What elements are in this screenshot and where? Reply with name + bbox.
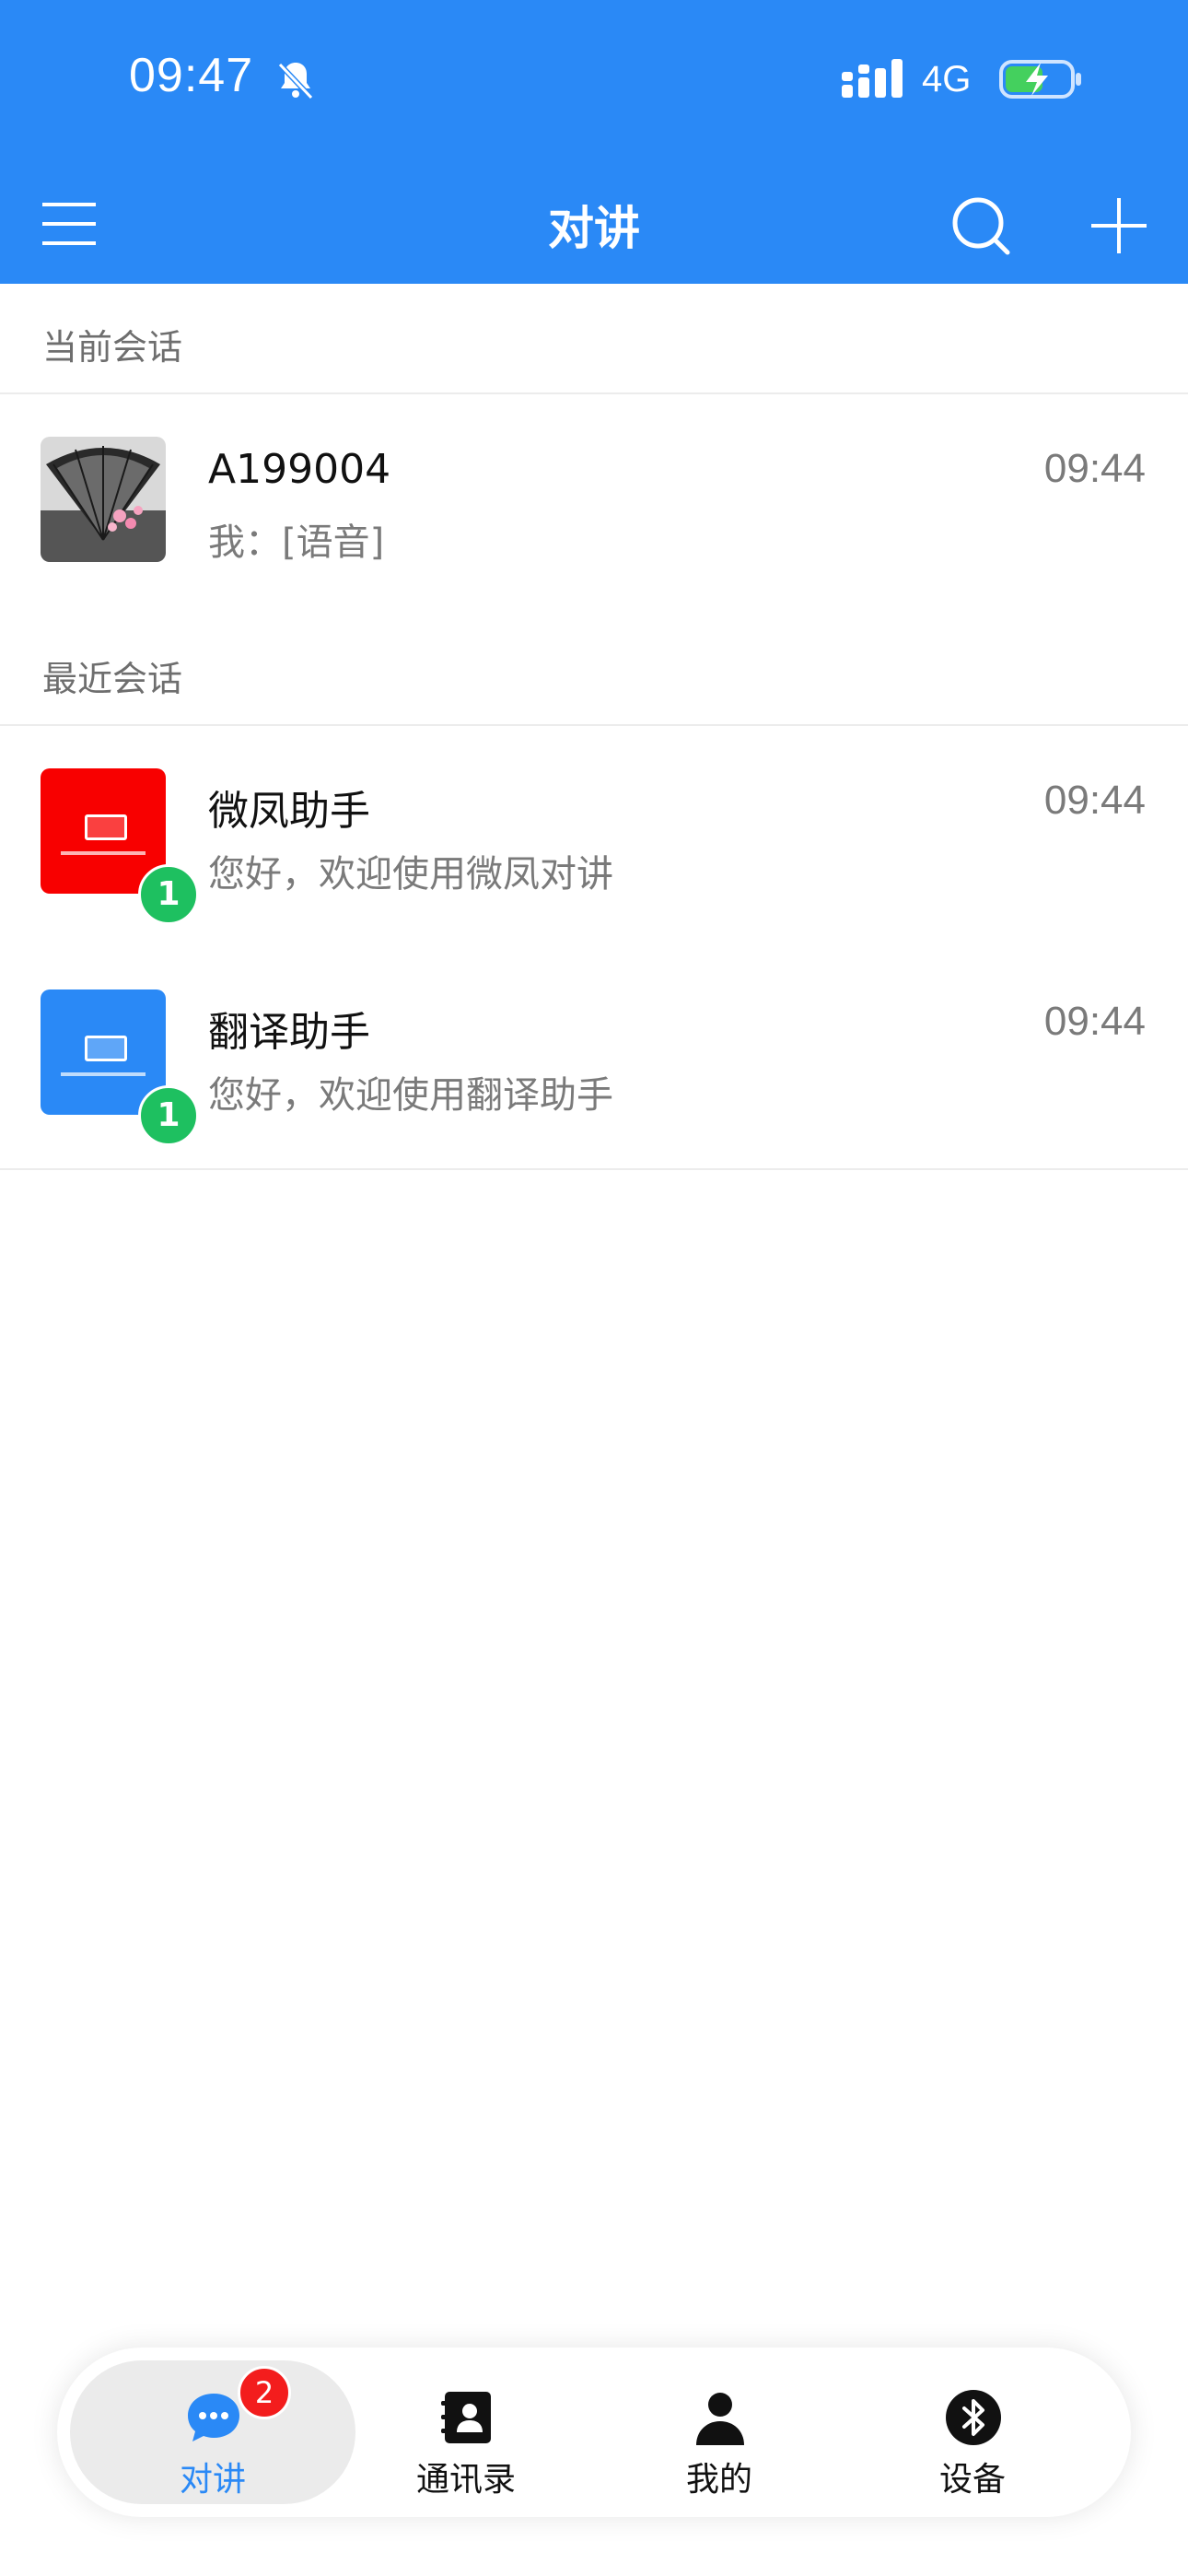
network-type: 4G: [922, 59, 972, 100]
tab-badge: 2: [238, 2366, 291, 2419]
bell-muted-icon: [277, 62, 314, 100]
avatar: [41, 437, 166, 562]
contact-name: A199004: [208, 446, 391, 493]
last-message: 您好，欢迎使用翻译助手: [208, 1074, 613, 1117]
current-section-label: 当前会话: [42, 327, 183, 368]
tab-contacts[interactable]: 通讯录: [323, 2360, 609, 2504]
person-icon: [696, 2393, 744, 2445]
tab-me[interactable]: 我的: [577, 2360, 862, 2504]
app-header: 09:47 4G 对讲: [0, 0, 1188, 284]
conversation-row-weifeng-assistant[interactable]: 1 微凤助手 您好，欢迎使用微凤对讲 09:44: [0, 726, 1188, 949]
message-time: 09:44: [1043, 778, 1146, 823]
tab-intercom[interactable]: 2 对讲: [70, 2360, 355, 2504]
fan-photo-icon: [41, 437, 166, 562]
unread-badge: 1: [138, 1085, 199, 1146]
tab-label: 我的: [685, 2461, 752, 2499]
signal-icon: [842, 59, 903, 98]
search-icon[interactable]: [949, 193, 1013, 258]
unread-badge: 1: [138, 864, 199, 925]
last-message: 我：[语音]: [208, 521, 385, 564]
status-time: 09:47: [129, 49, 254, 102]
tab-device[interactable]: 设备: [830, 2360, 1115, 2504]
conversation-row-translate-assistant[interactable]: 1 翻译助手 您好，欢迎使用翻译助手 09:44: [0, 947, 1188, 1170]
message-time: 09:44: [1043, 446, 1146, 491]
recent-section-label: 最近会话: [42, 659, 183, 699]
conversation-row-a199004[interactable]: A199004 我：[语音] 09:44: [0, 394, 1188, 617]
recent-section-header: 最近会话: [0, 615, 1188, 726]
tab-label: 对讲: [179, 2461, 246, 2499]
chat-bubble-icon: [188, 2394, 239, 2441]
tab-label: 通讯录: [415, 2461, 516, 2499]
contacts-book-icon: [441, 2392, 491, 2443]
bottom-tab-bar: 2 对讲 通讯录 我的 设备: [57, 2348, 1131, 2517]
message-time: 09:44: [1043, 999, 1146, 1044]
current-section-header: 当前会话: [0, 284, 1188, 394]
contact-name: 翻译助手: [208, 1009, 370, 1056]
plus-icon[interactable]: [1089, 195, 1149, 256]
bluetooth-icon: [946, 2390, 1001, 2445]
last-message: 您好，欢迎使用微凤对讲: [208, 853, 613, 896]
battery-charging-icon: [999, 60, 1081, 99]
tab-label: 设备: [938, 2461, 1006, 2499]
contact-name: 微凤助手: [208, 788, 370, 835]
